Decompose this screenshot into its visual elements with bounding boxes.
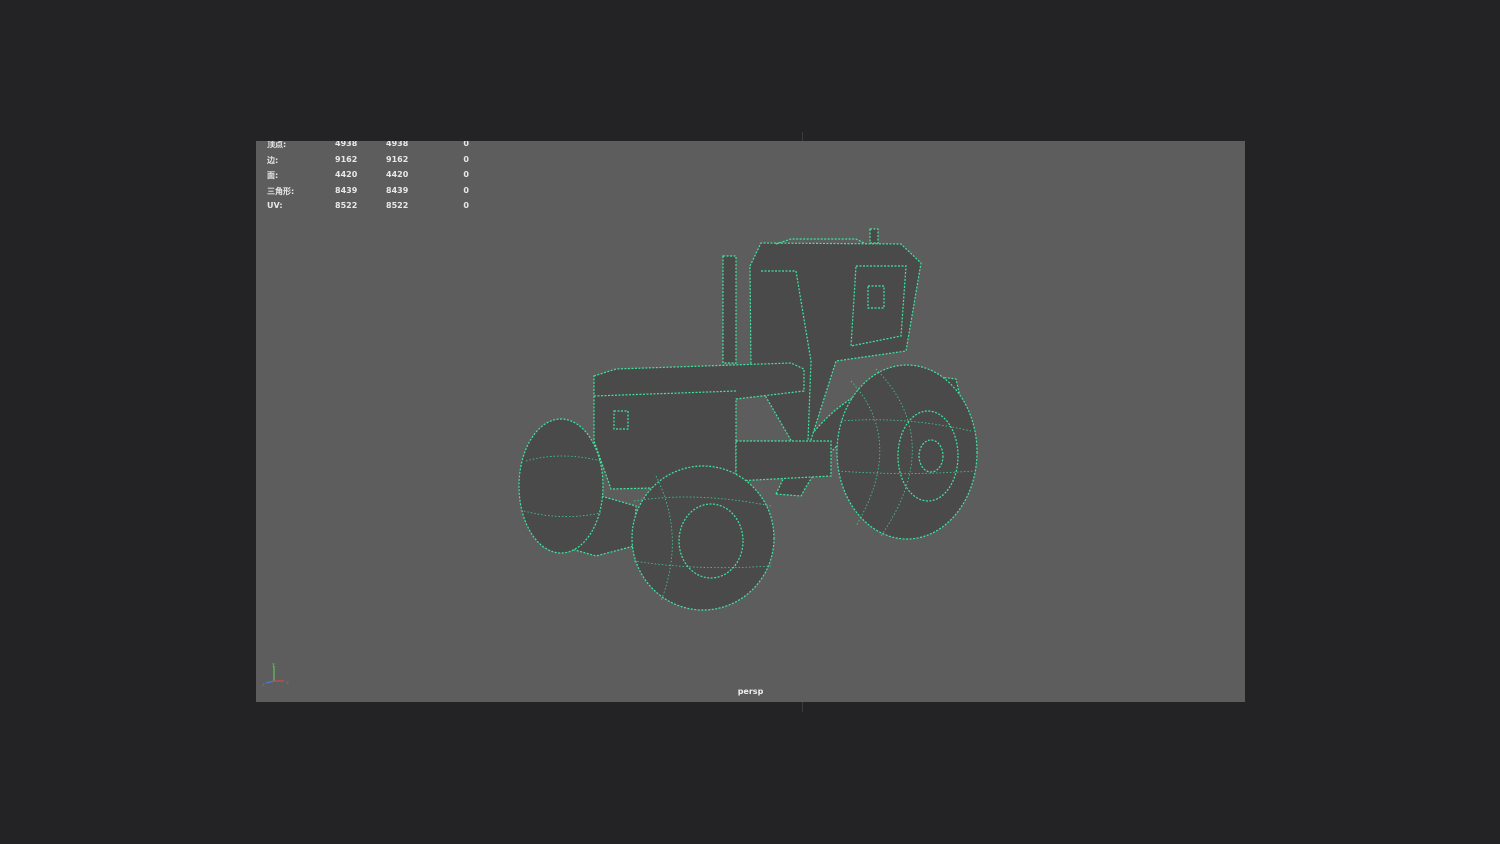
viewport-bottom-tick <box>802 702 803 712</box>
persp-viewport[interactable]: 顶点: 4938 4938 0 边: 9162 9162 0 面: 4420 4… <box>256 141 1245 702</box>
front-right-rim <box>678 503 744 579</box>
camera-name-label: persp <box>737 687 764 696</box>
x-axis-label: x <box>286 680 289 686</box>
viewport-top-tick <box>802 132 803 141</box>
chassis <box>735 440 832 482</box>
rear-hub <box>918 439 944 473</box>
z-axis-line <box>265 680 275 684</box>
side-mirror <box>867 285 885 309</box>
tractor-wireframe-model[interactable] <box>256 141 1245 702</box>
axis-gizmo-icon: x y z <box>262 663 289 688</box>
y-axis-label: y <box>272 663 275 668</box>
front-left-tire <box>518 418 604 554</box>
roof-beacon <box>869 228 879 244</box>
exhaust-pipe <box>722 255 737 364</box>
